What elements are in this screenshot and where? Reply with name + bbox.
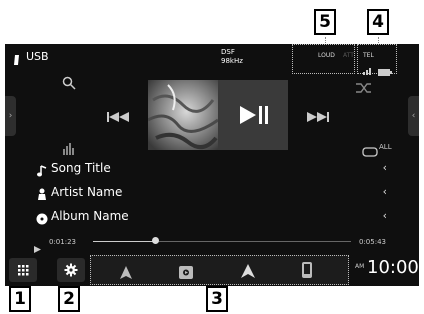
right-panel-tab[interactable]: ‹ [408, 96, 419, 136]
note-icon [37, 162, 47, 177]
shortcut-bar [90, 255, 349, 285]
loud-indicator: LOUD [318, 52, 335, 59]
sample-rate-label: 98kHz [221, 57, 243, 65]
search-icon[interactable] [62, 75, 76, 90]
elapsed-time: 0:01:23 [49, 238, 76, 246]
phone-icon[interactable] [302, 262, 312, 278]
menu-button[interactable] [9, 258, 37, 282]
callout-3: 3 [206, 286, 228, 312]
callout-1: 1 [9, 286, 31, 312]
play-indicator-icon [34, 238, 41, 253]
play-pause-button[interactable] [218, 80, 288, 150]
repeat-label: ALL [379, 143, 392, 151]
media-icon[interactable] [179, 264, 193, 279]
progress-fill [93, 241, 155, 242]
callout-5: 5 [314, 9, 336, 35]
song-title-label[interactable]: Song Title [51, 161, 111, 175]
att-indicator: ATT [343, 52, 354, 59]
album-artwork [148, 80, 218, 150]
clock-ampm: AM [355, 263, 365, 270]
indicator-box-5 [292, 44, 355, 74]
person-icon [37, 185, 47, 200]
usb-icon [12, 51, 22, 65]
equalizer-icon[interactable] [63, 140, 75, 155]
format-label: DSF [221, 48, 235, 56]
signal-icon [363, 60, 373, 75]
left-panel-tab[interactable]: › [5, 96, 16, 136]
clock-time[interactable]: 10:00 [367, 257, 419, 278]
gear-icon [64, 263, 78, 277]
total-time: 0:05:43 [359, 238, 386, 246]
prev-icon[interactable] [105, 108, 131, 122]
artist-name-label[interactable]: Artist Name [51, 185, 122, 199]
album-name-label[interactable]: Album Name [51, 209, 129, 223]
navigation-alt-icon[interactable] [241, 263, 255, 278]
progress-thumb[interactable] [151, 237, 159, 244]
repeat-icon[interactable] [362, 142, 378, 157]
disc-icon [36, 210, 48, 225]
menu-grid-icon [18, 265, 29, 276]
song-chevron-icon[interactable]: ‹ [383, 161, 387, 174]
settings-button[interactable] [57, 258, 85, 282]
artist-chevron-icon[interactable]: ‹ [383, 185, 387, 198]
shuffle-icon[interactable] [355, 79, 373, 93]
battery-icon [378, 61, 392, 76]
tel-indicator: TEL [363, 52, 374, 59]
play-pause-icon [240, 106, 268, 124]
navigation-icon[interactable] [120, 264, 132, 279]
callout-4: 4 [367, 9, 389, 35]
callout-2: 2 [58, 286, 80, 312]
album-chevron-icon[interactable]: ‹ [383, 209, 387, 222]
head-unit-screen: USB DSF 98kHz LOUD ATT TEL › ‹ ALL Song … [5, 44, 419, 286]
source-label: USB [26, 50, 49, 63]
next-icon[interactable] [305, 108, 331, 122]
